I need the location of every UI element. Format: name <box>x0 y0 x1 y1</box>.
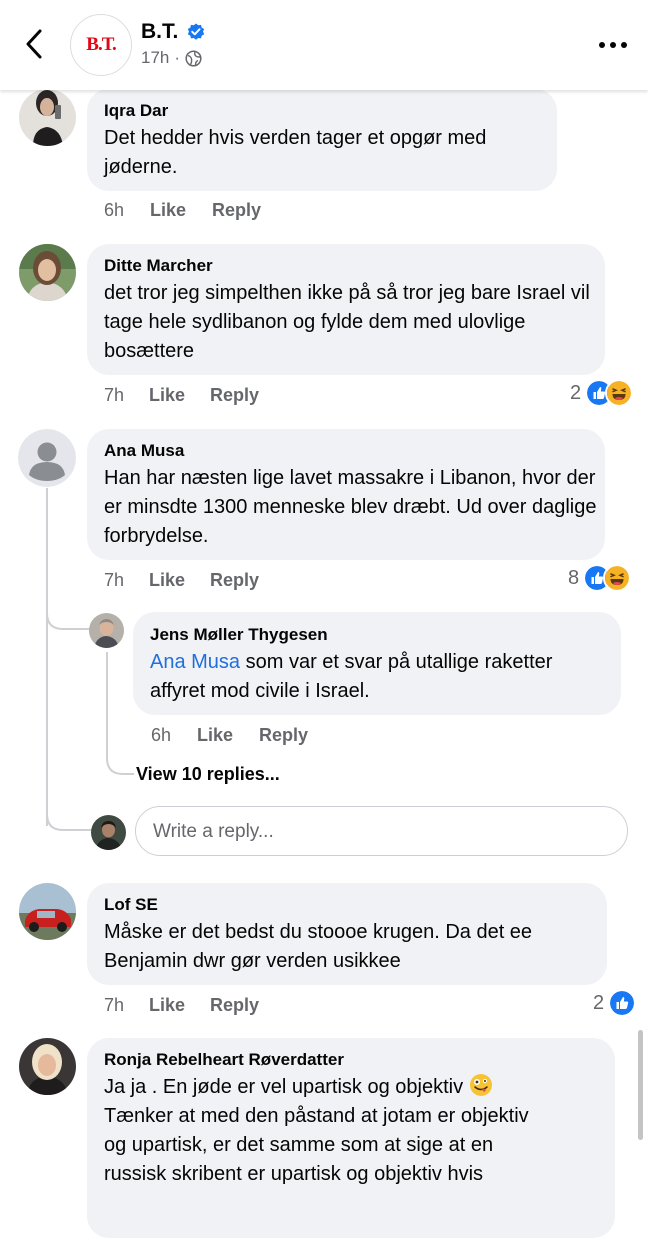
avatar[interactable] <box>19 883 76 940</box>
reply-button[interactable]: Reply <box>210 995 259 1016</box>
comment-time: 7h <box>104 995 125 1015</box>
reaction-summary[interactable]: 2 <box>570 379 634 407</box>
scrollbar[interactable] <box>638 1030 643 1140</box>
like-button[interactable]: Like <box>197 725 233 746</box>
zany-face-icon <box>469 1074 492 1096</box>
comment-bubble: Ditte Marcher det tror jeg simpelthen ik… <box>87 244 605 375</box>
reaction-count: 2 <box>570 381 582 404</box>
reaction-count: 8 <box>568 566 580 589</box>
like-button[interactable]: Like <box>150 200 186 221</box>
comment-text-line: og upartisk, er det samme som at sige at… <box>104 1134 494 1156</box>
mention-link[interactable]: Ana Musa <box>150 651 240 673</box>
reaction-summary[interactable]: 2 <box>593 989 637 1017</box>
like-button[interactable]: Like <box>149 570 185 591</box>
comment-author[interactable]: Ronja Rebelheart Røverdatter <box>104 1050 344 1070</box>
comment-author[interactable]: Iqra Dar <box>104 101 168 121</box>
comment-bubble: Lof SE Måske er det bedst du stoooe krug… <box>87 883 607 985</box>
avatar[interactable] <box>89 613 124 648</box>
view-more-replies[interactable]: View 10 replies... <box>136 764 280 785</box>
thread-line <box>46 488 48 826</box>
comment-author[interactable]: Ditte Marcher <box>104 256 213 276</box>
like-button[interactable]: Like <box>149 385 185 406</box>
comment-text-line: Ja ja . En jøde er vel upartisk og objek… <box>104 1073 609 1102</box>
post-header: B.T. B.T. 17h · <box>0 0 648 90</box>
reaction-count: 2 <box>593 991 605 1014</box>
reply-input-placeholder: Write a reply... <box>153 821 274 842</box>
comment-text-line: Tænker at med den påstand at jotam er ob… <box>104 1105 529 1127</box>
comment-bubble: Ana Musa Han har næsten lige lavet massa… <box>87 429 605 560</box>
comment-text: Han har næsten lige lavet massakre i Lib… <box>104 467 597 547</box>
avatar[interactable] <box>19 89 76 146</box>
comment-time: 7h <box>104 570 125 590</box>
thread-connector <box>46 585 96 630</box>
verified-badge-icon <box>187 23 205 40</box>
thread-connector <box>106 740 134 775</box>
comment-text: Måske er det bedst du stoooe krugen. Da … <box>104 921 533 972</box>
comment-text: Det hedder hvis verden tager et opgør me… <box>104 127 487 178</box>
comment-bubble: Iqra Dar Det hedder hvis verden tager et… <box>87 89 557 191</box>
reply-bubble: Jens Møller Thygesen Ana Musa som var et… <box>133 612 621 715</box>
comment-time: 7h <box>104 385 125 405</box>
comment-text-line: russisk skribent er upartisk og objektiv… <box>104 1163 484 1185</box>
reply-button[interactable]: Reply <box>210 570 259 591</box>
reply-thread-line <box>106 652 108 752</box>
comment-time: 6h <box>104 200 125 220</box>
page-avatar[interactable]: B.T. <box>70 14 132 76</box>
like-icon <box>608 989 637 1017</box>
reply-time: 6h <box>151 725 172 745</box>
meta-separator: · <box>174 48 181 67</box>
avatar[interactable] <box>19 244 76 301</box>
comment-text: Ja ja . En jøde er vel upartisk og objek… <box>104 1073 609 1189</box>
reply-button[interactable]: Reply <box>259 725 308 746</box>
reply-text: Ana Musa som var et svar på utallige rak… <box>150 648 610 706</box>
comment-bubble: Ronja Rebelheart Røverdatter Ja ja . En … <box>87 1038 615 1238</box>
haha-icon <box>603 564 632 592</box>
reply-author[interactable]: Jens Møller Thygesen <box>150 625 328 645</box>
post-meta: 17h · <box>141 48 202 68</box>
comment-author[interactable]: Ana Musa <box>104 441 184 461</box>
globe-icon <box>185 49 202 67</box>
comment-text: det tror jeg simpelthen ikke på så tror … <box>104 282 590 362</box>
reply-input[interactable]: Write a reply... <box>135 806 628 856</box>
avatar[interactable] <box>18 429 76 487</box>
more-options-icon[interactable] <box>598 40 628 50</box>
like-button[interactable]: Like <box>149 995 185 1016</box>
thread-connector <box>46 800 94 831</box>
reaction-summary[interactable]: 8 <box>568 564 632 592</box>
page-name[interactable]: B.T. <box>141 20 178 44</box>
current-user-avatar <box>91 815 126 850</box>
post-time: 17h <box>141 48 170 67</box>
comment-author[interactable]: Lof SE <box>104 895 158 915</box>
haha-icon <box>605 379 634 407</box>
back-arrow-icon[interactable] <box>20 26 50 62</box>
page-logo: B.T. <box>86 34 116 55</box>
reply-button[interactable]: Reply <box>210 385 259 406</box>
avatar[interactable] <box>19 1038 76 1095</box>
reply-button[interactable]: Reply <box>212 200 261 221</box>
